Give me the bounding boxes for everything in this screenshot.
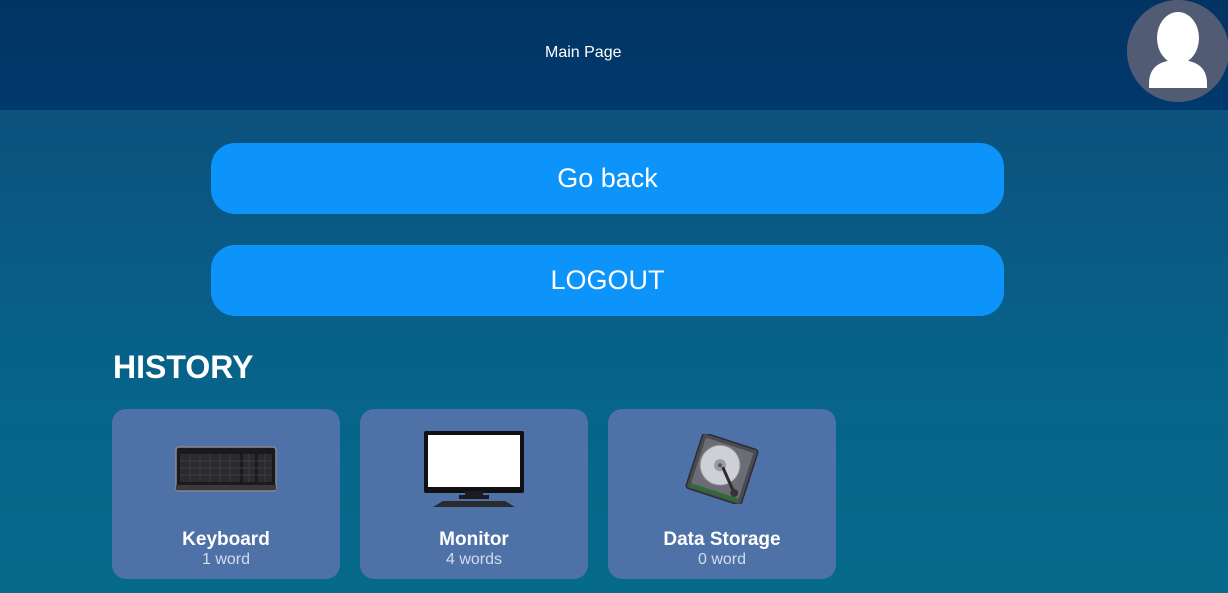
top-bar: Main Page xyxy=(0,0,1228,110)
history-heading: HISTORY xyxy=(113,349,254,385)
card-word-count: 4 words xyxy=(445,551,503,568)
logout-button[interactable]: LOGOUT xyxy=(211,245,1004,316)
hard-drive-icon xyxy=(608,427,836,511)
card-word-count: 1 word xyxy=(201,551,251,568)
history-card-keyboard[interactable]: Keyboard 1 word xyxy=(112,409,340,579)
go-back-button[interactable]: Go back xyxy=(211,143,1004,214)
keyboard-icon xyxy=(112,427,340,511)
avatar[interactable] xyxy=(1127,0,1228,102)
user-silhouette-icon xyxy=(1127,0,1228,102)
monitor-icon xyxy=(360,427,588,511)
card-title: Keyboard xyxy=(182,529,270,550)
history-card-data-storage[interactable]: Data Storage 0 word xyxy=(608,409,836,579)
card-word-count: 0 word xyxy=(697,551,747,568)
history-card-monitor[interactable]: Monitor 4 words xyxy=(360,409,588,579)
card-title: Data Storage xyxy=(663,529,781,550)
page-title: Main Page xyxy=(545,44,622,61)
card-title: Monitor xyxy=(439,529,509,550)
